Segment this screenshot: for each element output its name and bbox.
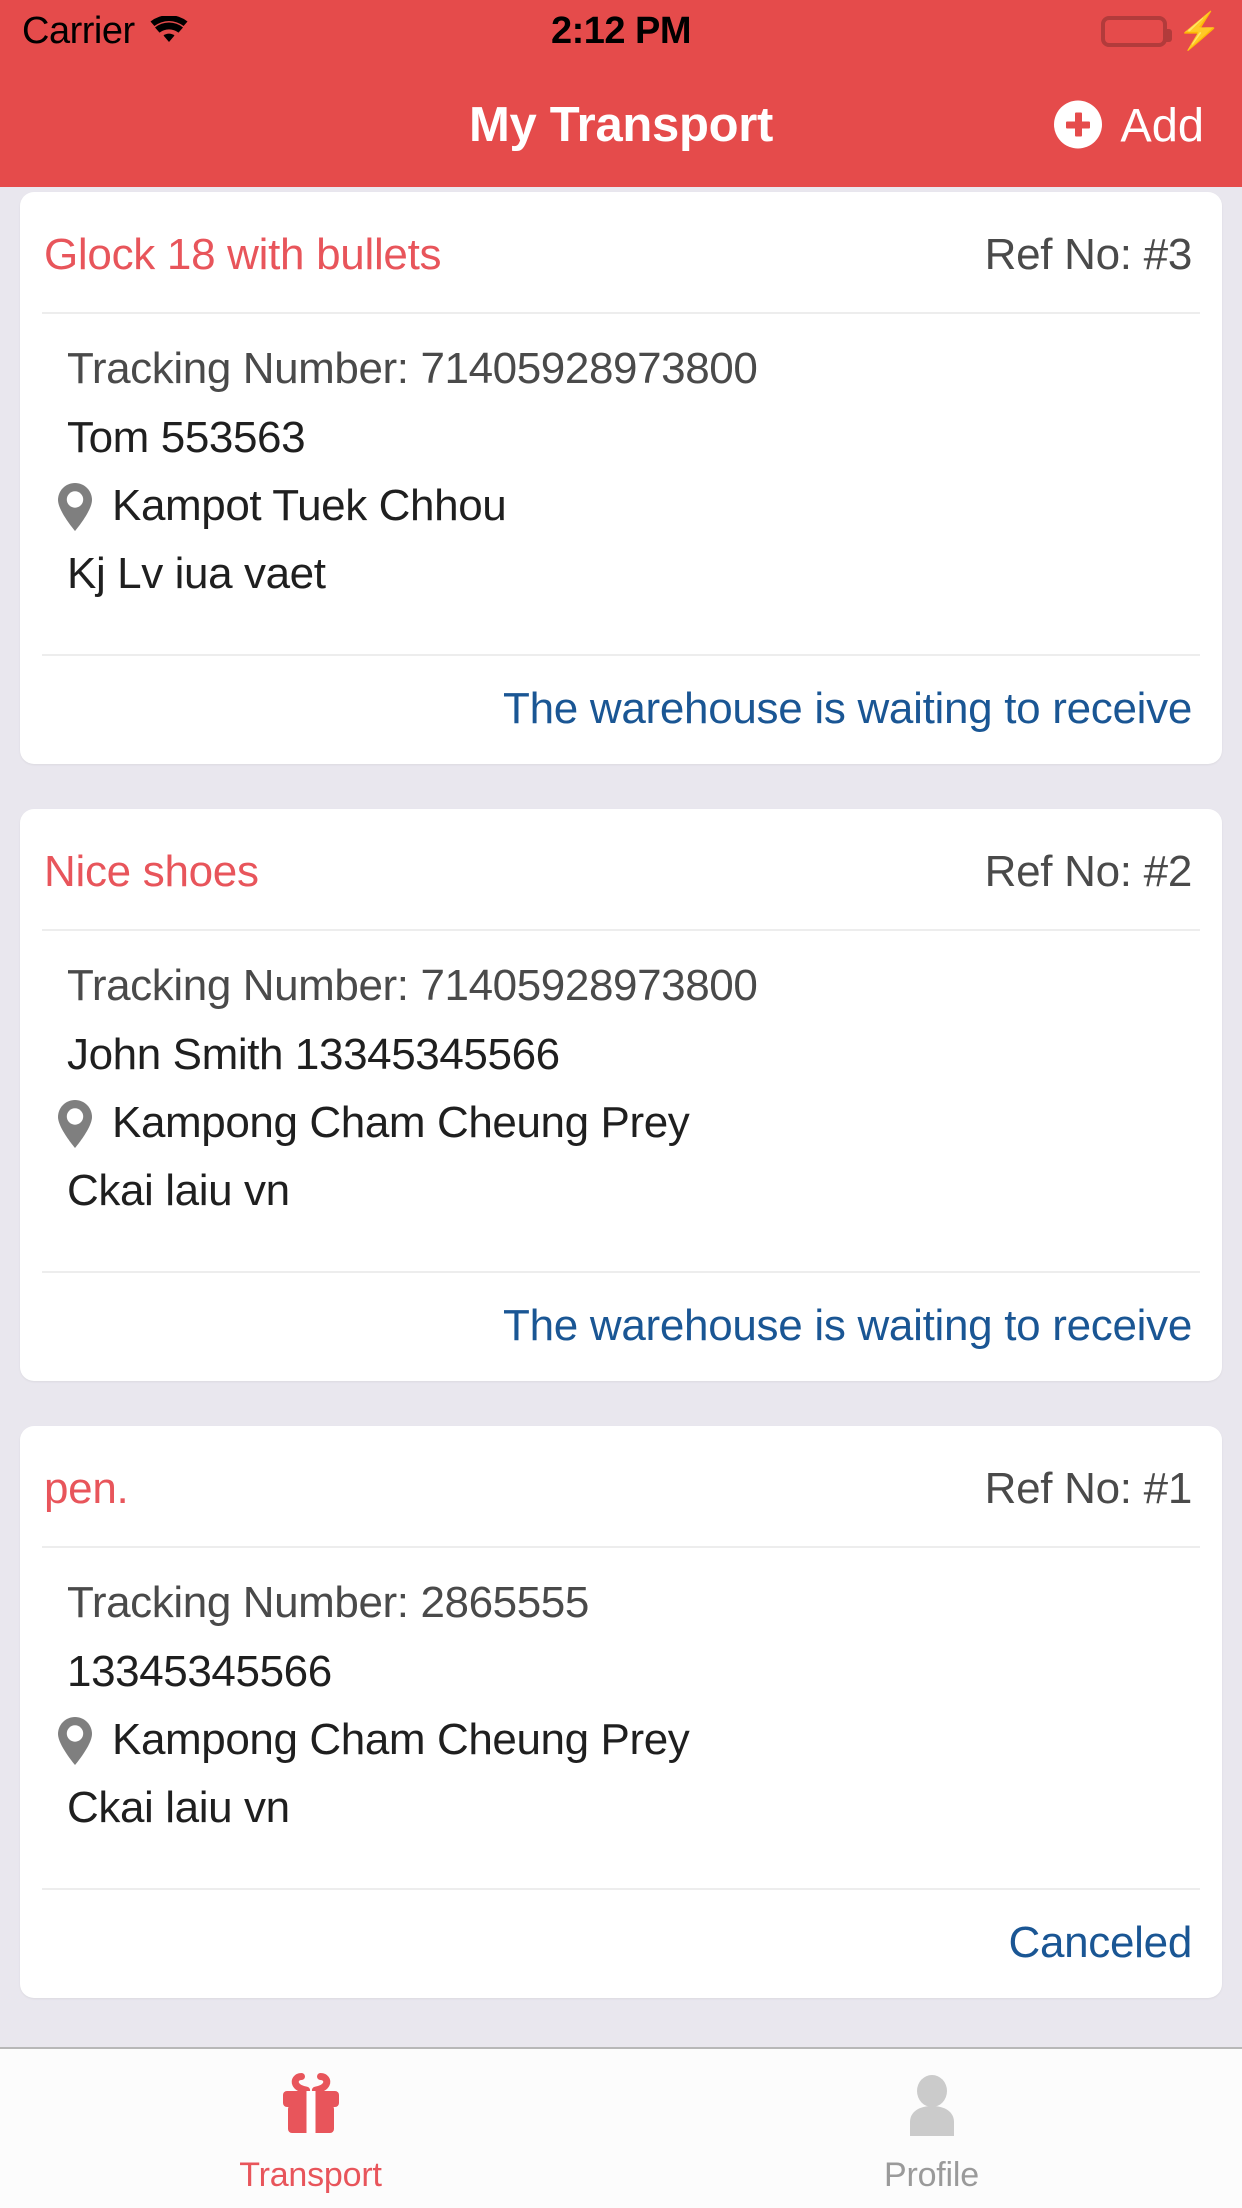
card-body: Tracking Number: 2865555 13345345566 Kam… xyxy=(20,1548,1222,1868)
card-footer: The warehouse is waiting to receive xyxy=(42,654,1200,764)
card-header: Nice shoes Ref No: #2 xyxy=(20,809,1222,929)
status-badge[interactable]: The warehouse is waiting to receive xyxy=(503,1301,1192,1350)
tab-profile-label: Profile xyxy=(884,2156,979,2194)
plus-circle-icon xyxy=(1054,100,1103,149)
card-title: pen. xyxy=(44,1464,129,1513)
location-row: Kampot Tuek Chhou xyxy=(44,472,1198,540)
card-body: Tracking Number: 71405928973800 John Smi… xyxy=(20,931,1222,1251)
tab-profile[interactable]: Profile xyxy=(621,2049,1242,2208)
tab-transport-label: Transport xyxy=(239,2156,382,2194)
transport-card[interactable]: Glock 18 with bullets Ref No: #3 Trackin… xyxy=(20,192,1222,764)
map-pin-icon xyxy=(44,475,106,537)
app-screen: Carrier 2:12 PM ⚡ My Transport Add Glock… xyxy=(0,0,1242,2208)
card-title: Glock 18 with bullets xyxy=(44,230,442,279)
card-header: pen. Ref No: #1 xyxy=(20,1426,1222,1546)
recipient-name: Tom 553563 xyxy=(67,413,306,462)
card-ref-number: Ref No: #3 xyxy=(984,230,1193,279)
tracking-number: Tracking Number: 71405928973800 xyxy=(67,344,758,393)
recipient-row: John Smith 13345345566 xyxy=(44,1021,1198,1089)
map-pin-icon xyxy=(44,1709,106,1771)
location-name: Kampong Cham Cheung Prey xyxy=(112,1098,690,1147)
address-row: Ckai laiu vn xyxy=(44,1157,1198,1225)
lightning-bolt-icon: ⚡ xyxy=(1177,10,1222,51)
card-title: Nice shoes xyxy=(44,847,259,896)
card-ref-number: Ref No: #1 xyxy=(984,1464,1193,1513)
navigation-bar: My Transport Add xyxy=(0,62,1242,187)
address-row: Ckai laiu vn xyxy=(44,1774,1198,1842)
location-row: Kampong Cham Cheung Prey xyxy=(44,1089,1198,1157)
tab-transport[interactable]: Transport xyxy=(0,2049,621,2208)
status-bar: Carrier 2:12 PM ⚡ xyxy=(0,0,1242,62)
tracking-number: Tracking Number: 2865555 xyxy=(67,1578,589,1627)
address-row: Kj Lv iua vaet xyxy=(44,540,1198,608)
tracking-number: Tracking Number: 71405928973800 xyxy=(67,961,758,1010)
location-name: Kampong Cham Cheung Prey xyxy=(112,1715,690,1764)
address-text: Kj Lv iua vaet xyxy=(67,549,326,598)
page-title: My Transport xyxy=(468,97,774,152)
card-footer: Canceled xyxy=(42,1888,1200,1998)
card-footer: The warehouse is waiting to receive xyxy=(42,1271,1200,1381)
address-text: Ckai laiu vn xyxy=(67,1783,290,1832)
battery-icon xyxy=(1101,15,1173,47)
tab-bar: Transport Profile xyxy=(0,2047,1242,2208)
card-ref-number: Ref No: #2 xyxy=(984,847,1193,896)
map-pin-icon xyxy=(44,1092,106,1154)
recipient-name: 13345345566 xyxy=(67,1647,332,1696)
gift-icon xyxy=(275,2070,347,2142)
status-badge[interactable]: The warehouse is waiting to receive xyxy=(503,684,1192,733)
location-row: Kampong Cham Cheung Prey xyxy=(44,1706,1198,1774)
card-body: Tracking Number: 71405928973800 Tom 5535… xyxy=(20,314,1222,634)
location-name: Kampot Tuek Chhou xyxy=(112,481,507,530)
add-button[interactable]: Add xyxy=(1054,97,1204,152)
status-bar-right: ⚡ xyxy=(1101,13,1222,49)
status-badge[interactable]: Canceled xyxy=(1008,1918,1192,1967)
transport-list[interactable]: Glock 18 with bullets Ref No: #3 Trackin… xyxy=(0,187,1242,2047)
address-text: Ckai laiu vn xyxy=(67,1166,290,1215)
recipient-row: Tom 553563 xyxy=(44,404,1198,472)
transport-card[interactable]: Nice shoes Ref No: #2 Tracking Number: 7… xyxy=(20,809,1222,1381)
recipient-row: 13345345566 xyxy=(44,1638,1198,1706)
status-bar-time: 2:12 PM xyxy=(550,9,692,52)
add-button-label: Add xyxy=(1120,98,1204,151)
person-icon xyxy=(896,2070,968,2142)
recipient-name: John Smith 13345345566 xyxy=(67,1030,560,1079)
transport-card[interactable]: pen. Ref No: #1 Tracking Number: 2865555… xyxy=(20,1426,1222,1998)
card-header: Glock 18 with bullets Ref No: #3 xyxy=(20,192,1222,312)
